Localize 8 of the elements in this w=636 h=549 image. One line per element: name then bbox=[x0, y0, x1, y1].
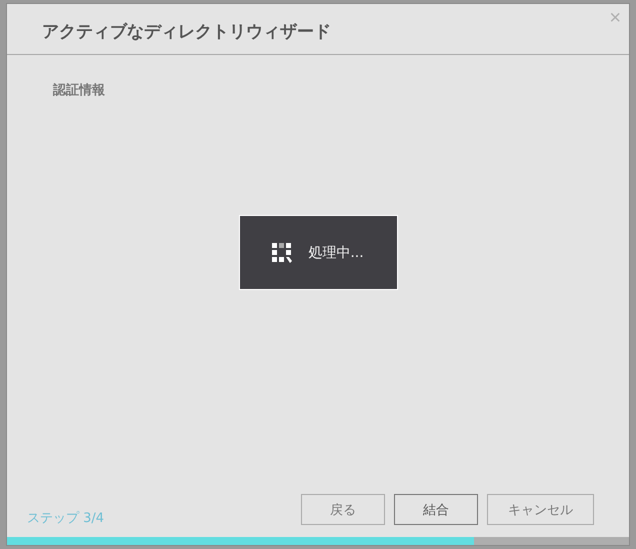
dialog-button[interactable]: キャンセル bbox=[487, 494, 594, 525]
dialog-button[interactable]: 結合 bbox=[394, 494, 478, 525]
window-title: アクティブなディレクトリウィザード bbox=[42, 20, 331, 42]
section-title: 認証情報 bbox=[53, 82, 106, 99]
spinner-icon bbox=[272, 242, 292, 262]
processing-text: 処理中... bbox=[308, 244, 364, 262]
dialog-button[interactable]: 戻る bbox=[301, 494, 385, 525]
step-indicator: ステップ 3/4 bbox=[27, 510, 104, 527]
